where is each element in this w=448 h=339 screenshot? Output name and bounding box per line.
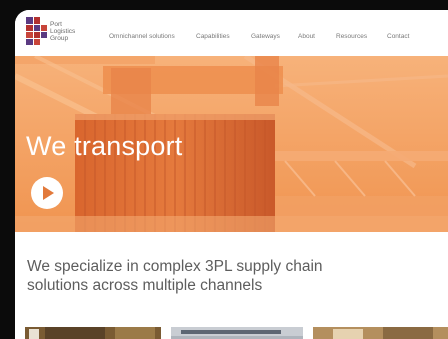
nav-link-gateways[interactable]: Gateways — [251, 33, 280, 40]
warehouse-image-icon — [25, 327, 161, 339]
screenshot-frame: Port Logistics Group Omnichannel solutio… — [0, 0, 448, 339]
site-header: Port Logistics Group Omnichannel solutio… — [15, 10, 448, 56]
nav-link-capabilities[interactable]: Capabilities — [196, 33, 230, 40]
nav-link-resources[interactable]: Resources — [336, 33, 367, 40]
logo-text-line: Port — [50, 21, 62, 28]
nav-link-omnichannel-solutions[interactable]: Omnichannel solutions — [109, 33, 175, 40]
nav-link-about[interactable]: About — [298, 33, 315, 40]
website-page: Port Logistics Group Omnichannel solutio… — [15, 10, 448, 339]
play-icon — [43, 186, 54, 200]
product-image-icon — [313, 327, 448, 339]
nav-link-contact[interactable]: Contact — [387, 33, 409, 40]
feature-thumbnail-image[interactable] — [313, 327, 448, 339]
main-navigation: Omnichannel solutions Capabilities Gatew… — [15, 33, 448, 45]
feature-thumbnail-image[interactable] — [171, 327, 303, 339]
hero-title: We transport — [26, 131, 183, 161]
play-video-button[interactable] — [31, 177, 63, 209]
hero-banner: We transport — [15, 56, 448, 232]
feature-thumbnails — [15, 327, 448, 339]
logistics-image-icon — [171, 327, 303, 339]
intro-heading: We specialize in complex 3PL supply chai… — [27, 258, 323, 294]
feature-thumbnail-image[interactable] — [25, 327, 161, 339]
